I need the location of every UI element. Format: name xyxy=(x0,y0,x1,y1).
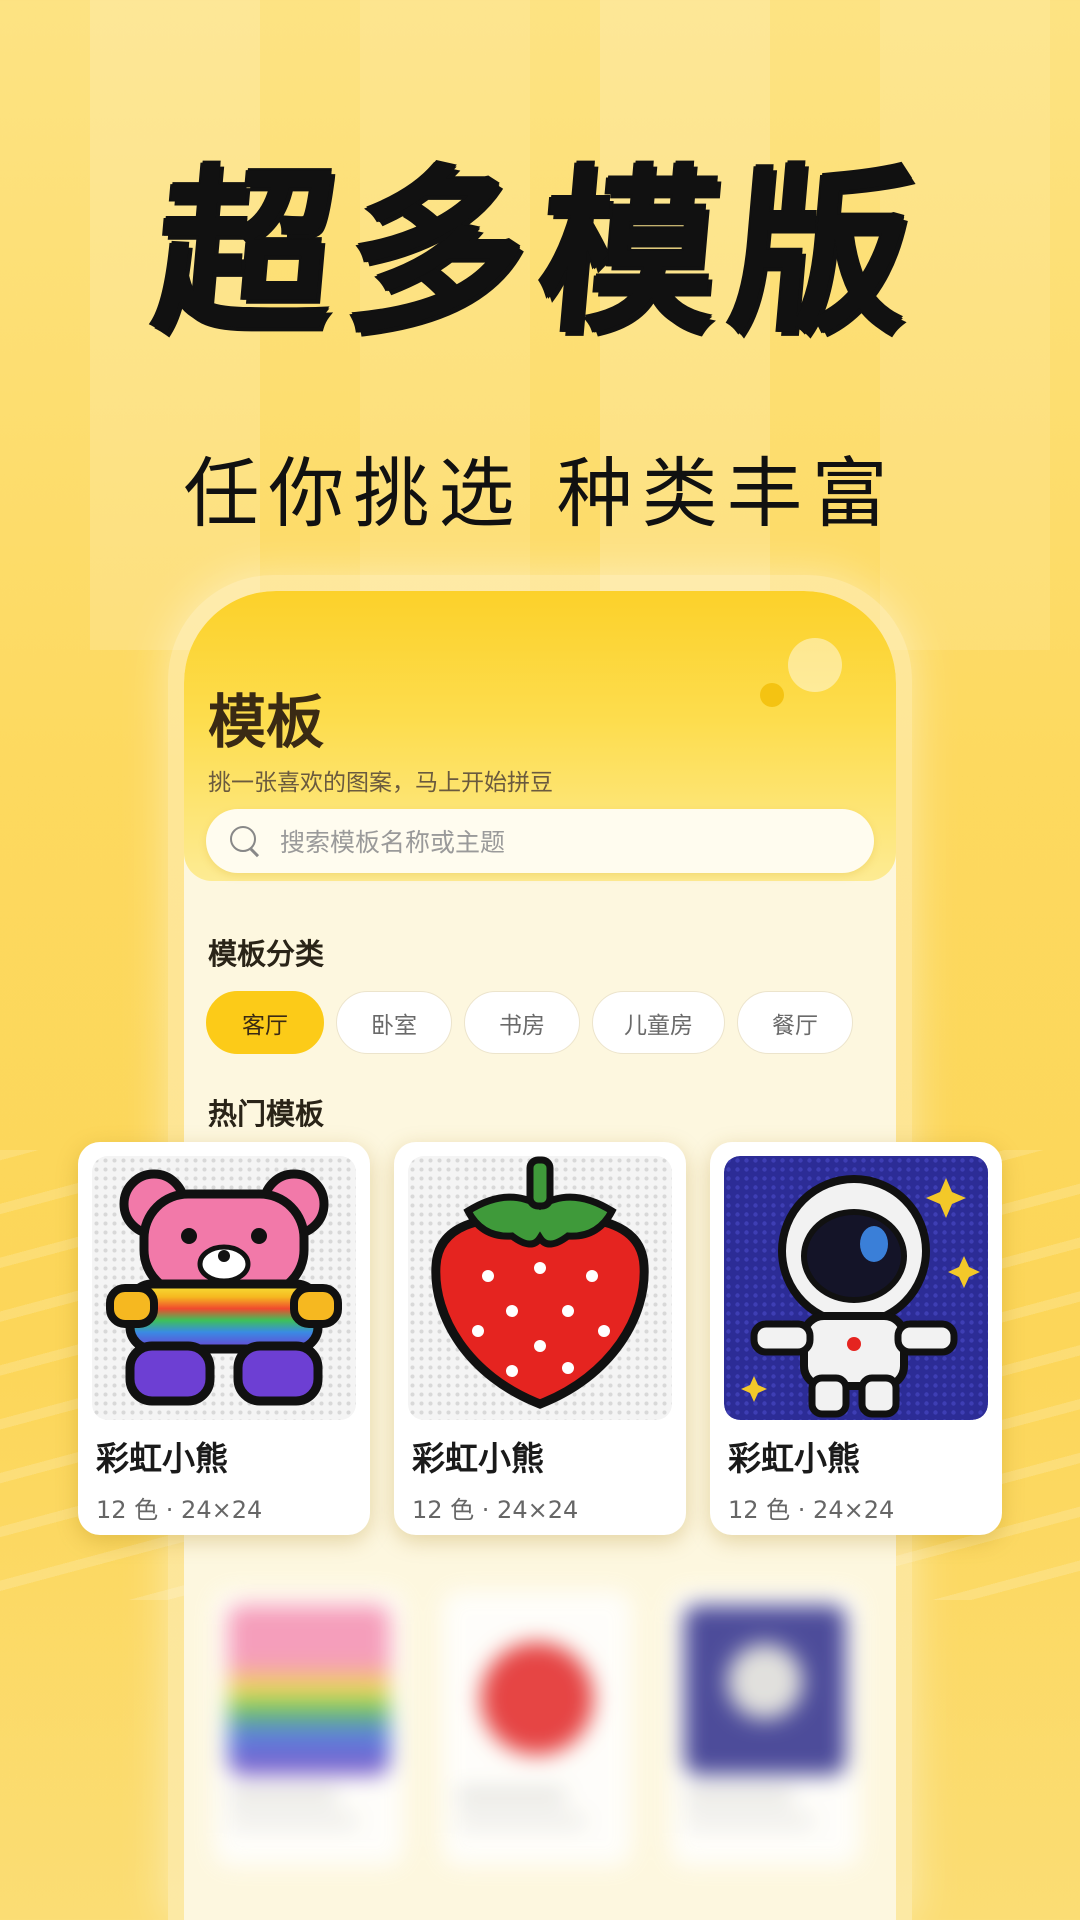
template-card-blurred xyxy=(214,1591,404,1866)
template-meta: 12 色 · 24×24 xyxy=(96,1496,263,1524)
bear-bead-image xyxy=(92,1156,356,1420)
template-card-blurred xyxy=(670,1591,860,1866)
template-meta: 12 色 · 24×24 xyxy=(412,1496,579,1524)
hot-templates-row: 彩虹小熊 12 色 · 24×24 彩虹小熊 12 色 · 24×24 彩虹小熊… xyxy=(78,1142,1002,1535)
page-subtitle: 挑一张喜欢的图案，马上开始拼豆 xyxy=(208,770,553,796)
template-name: 彩虹小熊 xyxy=(728,1439,860,1478)
promo-subhead: 任你挑选 种类丰富 xyxy=(183,449,897,538)
template-name: 彩虹小熊 xyxy=(412,1439,544,1478)
template-card-blurred xyxy=(442,1591,632,1866)
promo-headline: 超多模版 xyxy=(146,150,934,357)
decor-circle xyxy=(788,638,842,692)
template-card[interactable]: 彩虹小熊 12 色 · 24×24 xyxy=(394,1142,686,1535)
decor-dot xyxy=(760,683,784,707)
strawberry-bead-image xyxy=(408,1156,672,1420)
category-chips: 客厅 卧室 书房 儿童房 餐厅 xyxy=(206,991,853,1054)
section-title-hot: 热门模板 xyxy=(208,1097,325,1131)
template-meta: 12 色 · 24×24 xyxy=(728,1496,895,1524)
template-card[interactable]: 彩虹小熊 12 色 · 24×24 xyxy=(78,1142,370,1535)
search-input[interactable]: 搜索模板名称或主题 xyxy=(280,823,505,859)
blurred-template-row xyxy=(214,1591,860,1866)
search-icon xyxy=(228,824,262,858)
template-card[interactable]: 彩虹小熊 12 色 · 24×24 xyxy=(710,1142,1002,1535)
section-title-categories: 模板分类 xyxy=(208,937,325,971)
astronaut-bead-image xyxy=(724,1156,988,1420)
chip-kids-room[interactable]: 儿童房 xyxy=(592,991,725,1054)
chip-dining-room[interactable]: 餐厅 xyxy=(737,991,853,1054)
screen-header: 模板 挑一张喜欢的图案，马上开始拼豆 搜索模板名称或主题 xyxy=(184,591,896,881)
template-name: 彩虹小熊 xyxy=(96,1439,228,1478)
page-title: 模板 xyxy=(208,688,325,756)
chip-study[interactable]: 书房 xyxy=(464,991,580,1054)
search-bar[interactable]: 搜索模板名称或主题 xyxy=(206,809,874,873)
chip-living-room[interactable]: 客厅 xyxy=(206,991,324,1054)
chip-bedroom[interactable]: 卧室 xyxy=(336,991,452,1054)
